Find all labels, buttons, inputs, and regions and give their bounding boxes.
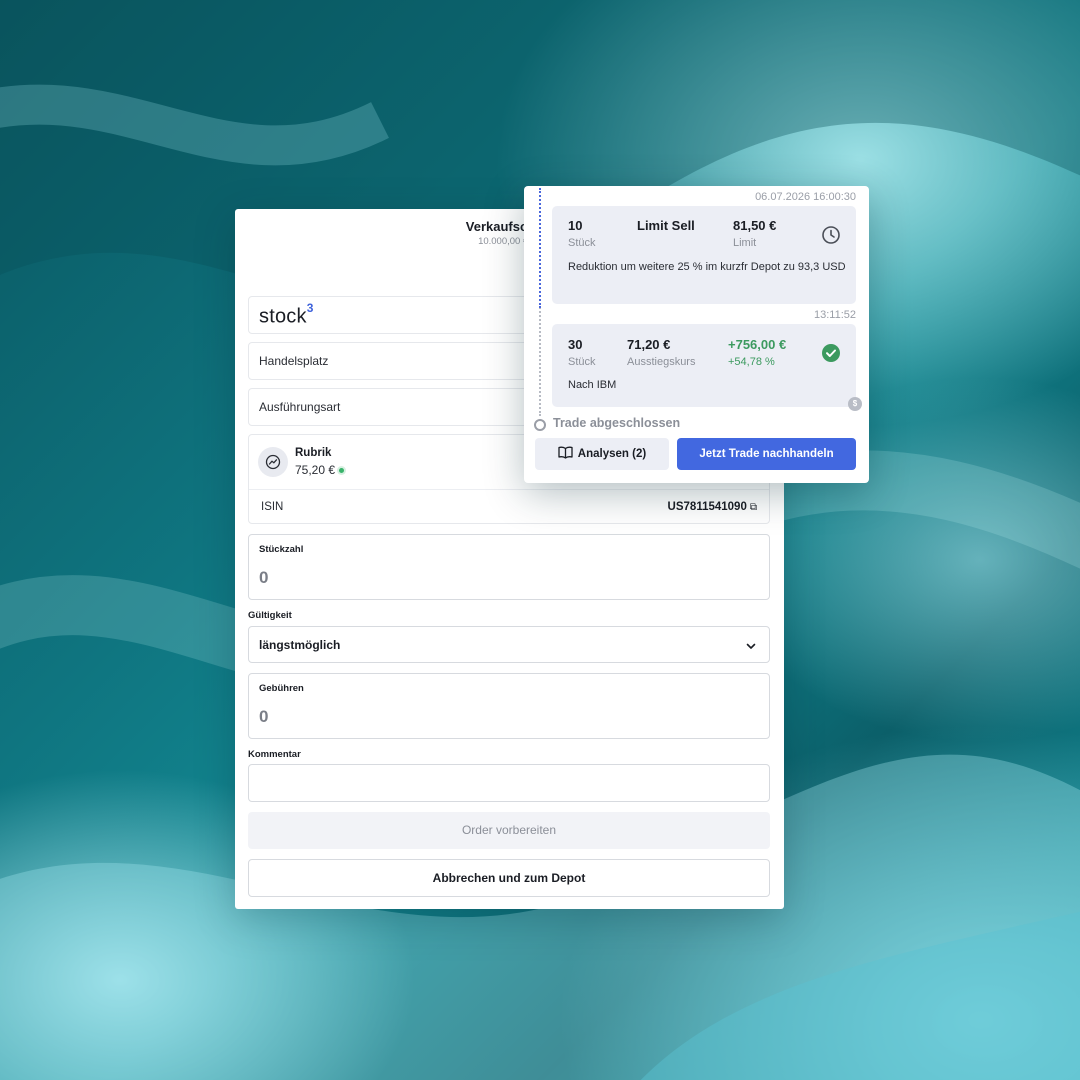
trade-entry-exit[interactable]: 30 Stück 71,20 € Ausstiegskurs +756,00 €…	[552, 324, 856, 407]
entry-profit-percent: +54,78 %	[728, 356, 775, 368]
copy-icon[interactable]: ⧉	[750, 502, 757, 513]
trade-again-button[interactable]: Jetzt Trade nachhandeln	[677, 438, 856, 470]
isin-value[interactable]: US7811541090 ⧉	[668, 501, 757, 513]
gueltigkeit-select[interactable]: längstmöglich	[248, 626, 770, 663]
trade-history-panel: 06.07.2026 16:00:30 10 Stück Limit Sell …	[524, 186, 869, 483]
gebuehren-label: Gebühren	[259, 683, 304, 694]
live-indicator-icon	[339, 468, 345, 474]
entry-description: Nach IBM	[568, 379, 617, 391]
gebuehren-input[interactable]: 0	[259, 707, 268, 727]
analysen-label: Analysen (2)	[577, 448, 647, 460]
entry-order-type: Limit Sell	[637, 218, 695, 233]
trend-chart-icon	[258, 447, 288, 477]
isin-row: ISIN US7811541090 ⧉	[249, 489, 769, 524]
entry-price-label: Ausstiegskurs	[627, 356, 696, 368]
clock-icon	[821, 225, 841, 250]
entry-profit: +756,00 €	[728, 337, 787, 352]
stueckzahl-input[interactable]: 0	[259, 568, 268, 588]
entry-timestamp: 13:11:52	[813, 309, 856, 321]
book-icon	[558, 446, 573, 462]
prepare-order-button[interactable]: Order vorbereiten	[248, 812, 770, 849]
gueltigkeit-value: längstmöglich	[259, 638, 341, 652]
dollar-badge-icon: $	[848, 397, 862, 411]
gueltigkeit-label: Gültigkeit	[248, 610, 292, 621]
isin-label: ISIN	[261, 501, 284, 513]
trade-entry-limit-sell[interactable]: 10 Stück Limit Sell 81,50 € Limit Redukt…	[552, 206, 856, 304]
trade-completed-status: Trade abgeschlossen	[553, 416, 681, 430]
kommentar-label: Kommentar	[248, 749, 301, 760]
analysen-button[interactable]: Analysen (2)	[535, 438, 669, 470]
stueckzahl-field[interactable]: Stückzahl 0	[248, 534, 770, 600]
timeline-end-marker	[534, 419, 546, 431]
kommentar-input[interactable]	[248, 764, 770, 802]
entry-quantity-label: Stück	[568, 237, 596, 249]
check-circle-icon	[821, 343, 841, 368]
cancel-to-depot-button[interactable]: Abbrechen und zum Depot	[248, 859, 770, 897]
entry-limit-price: 81,50 €	[733, 218, 777, 233]
entry-price-label: Limit	[733, 237, 757, 249]
asset-price: 75,20 €	[295, 463, 345, 477]
entry-exit-price: 71,20 €	[627, 337, 671, 352]
entry-description: Reduktion um weitere 25 % im kurzfr Depo…	[568, 261, 846, 273]
timeline-active-line	[539, 188, 541, 308]
broker-logo: stock3	[259, 301, 314, 328]
entry-quantity: 30	[568, 337, 583, 352]
handelsplatz-label: Handelsplatz	[259, 354, 329, 368]
chevron-down-icon	[745, 639, 757, 657]
asset-name: Rubrik	[295, 447, 332, 459]
ausfuehrungsart-label: Ausführungsart	[259, 400, 341, 414]
stueckzahl-label: Stückzahl	[259, 544, 304, 555]
entry-timestamp: 06.07.2026 16:00:30	[755, 191, 856, 203]
entry-quantity-label: Stück	[568, 356, 596, 368]
gebuehren-field[interactable]: Gebühren 0	[248, 673, 770, 739]
entry-quantity: 10	[568, 218, 583, 233]
